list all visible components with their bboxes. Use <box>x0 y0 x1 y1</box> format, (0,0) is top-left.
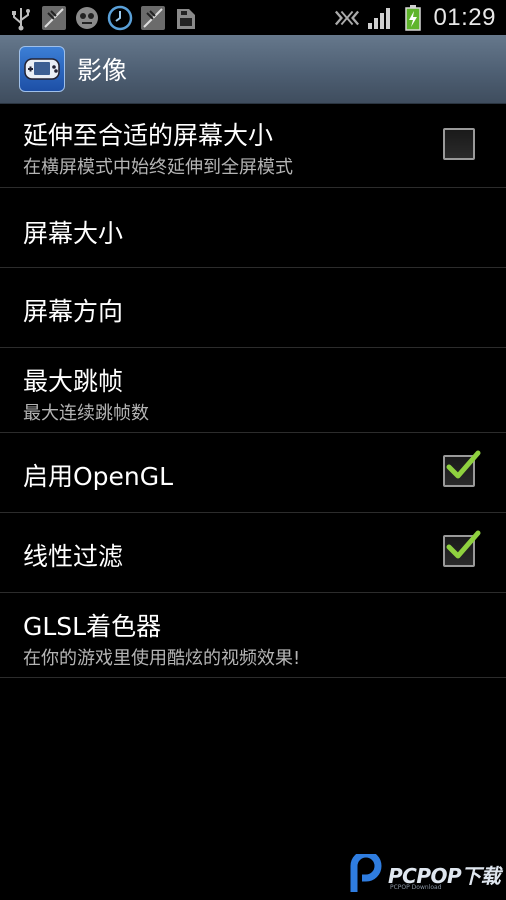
pref-screen-orientation[interactable]: 屏幕方向 <box>0 268 506 348</box>
pref-title: 延伸至合适的屏幕大小 <box>23 121 274 150</box>
pref-title: 线性过滤 <box>23 542 124 571</box>
pref-max-frameskip[interactable]: 最大跳帧 最大连续跳帧数 <box>0 348 506 433</box>
pref-screen-size[interactable]: 屏幕大小 <box>0 188 506 268</box>
no-sim-icon <box>140 5 166 31</box>
pref-title: 屏幕大小 <box>23 219 124 248</box>
pref-title: 屏幕方向 <box>23 297 124 326</box>
pref-summary: 在横屏模式中始终延伸到全屏模式 <box>23 157 293 178</box>
gba-emulator-icon[interactable] <box>19 46 65 92</box>
pref-title: 启用OpenGL <box>23 462 174 491</box>
screen-title: 影像 <box>77 56 128 85</box>
action-bar: 影像 <box>0 35 506 104</box>
pcpop-logo-icon <box>350 854 382 892</box>
usb-icon <box>8 5 34 31</box>
check-mark-icon <box>446 530 481 559</box>
system-icons: 01:29 <box>334 4 506 32</box>
signal-strength-icon <box>367 5 393 31</box>
pref-enable-opengl[interactable]: 启用OpenGL <box>0 433 506 513</box>
pref-linear-filter[interactable]: 线性过滤 <box>0 513 506 593</box>
watermark: PCPOP下载 PCPOP Download <box>350 854 506 898</box>
wifi-disabled-icon <box>334 5 360 31</box>
pref-glsl-shader[interactable]: GLSL着色器 在你的游戏里使用酷炫的视频效果! <box>0 593 506 678</box>
opengl-checkbox[interactable] <box>443 450 481 487</box>
preference-list: 延伸至合适的屏幕大小 在横屏模式中始终延伸到全屏模式 屏幕大小 屏幕方向 最大跳… <box>0 104 506 678</box>
check-mark-icon <box>446 450 481 479</box>
watermark-subtext: PCPOP Download <box>390 884 442 891</box>
battery-charging-icon <box>400 4 426 31</box>
pref-title: GLSL着色器 <box>23 612 162 641</box>
pref-stretch-to-fit[interactable]: 延伸至合适的屏幕大小 在横屏模式中始终延伸到全屏模式 <box>0 104 506 188</box>
pref-summary: 最大连续跳帧数 <box>23 403 149 424</box>
pref-summary: 在你的游戏里使用酷炫的视频效果! <box>23 648 301 669</box>
status-bar: 01:29 <box>0 0 506 35</box>
no-sim-icon <box>41 5 67 31</box>
notification-icons <box>0 5 199 31</box>
clock-app-icon <box>107 5 133 31</box>
storage-icon <box>173 5 199 31</box>
pref-title: 最大跳帧 <box>23 367 124 396</box>
status-clock: 01:29 <box>433 3 496 31</box>
linear-filter-checkbox[interactable] <box>443 530 481 567</box>
stretch-checkbox[interactable] <box>443 128 475 160</box>
game-notification-icon <box>74 5 100 31</box>
